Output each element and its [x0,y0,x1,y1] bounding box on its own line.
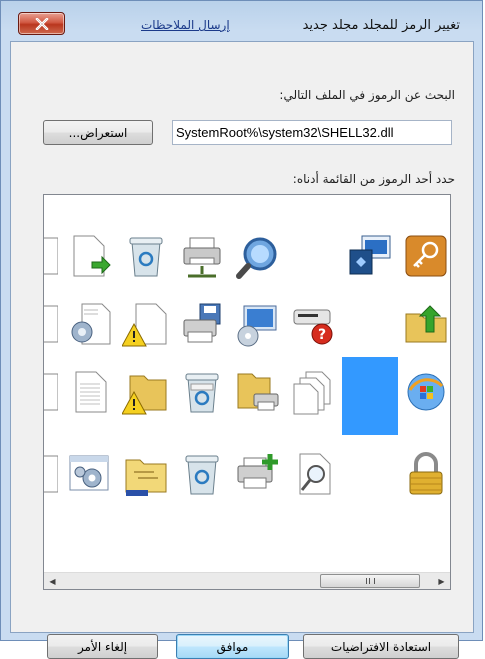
help-device-icon: ? [293,309,333,345]
browse-button[interactable]: استعراض... [43,120,153,145]
settings-document-icon [71,303,111,345]
horizontal-scrollbar[interactable]: ◀ ▶ [44,572,450,589]
icon-cell[interactable] [44,361,62,423]
icon-file-path-input[interactable]: SystemRoot%\system32\SHELL32.dll [172,120,452,145]
cancel-button[interactable]: إلغاء الأمر [47,634,158,659]
icon-cell[interactable] [230,443,286,505]
icon-cell[interactable] [174,361,230,423]
icon-cell[interactable] [286,443,342,505]
document-arrow-icon [73,235,111,277]
scroll-thumb[interactable] [320,574,420,588]
icon-cell[interactable] [118,443,174,505]
dialog-title: تغيير الرمز للمجلد مجلد جديد [302,18,460,33]
close-button[interactable] [18,12,65,35]
icon-cell[interactable] [230,361,286,423]
recycle-bin-icon [185,455,219,495]
icon-cell[interactable] [62,293,118,355]
magnifier-icon [236,237,277,279]
icon-cell[interactable] [44,443,62,505]
icon-cell[interactable] [286,225,342,287]
padlock-icon [409,452,443,495]
windows-globe-icon [407,373,445,411]
partial-document-icon [44,455,58,493]
printer-network-icon [183,237,221,278]
warning-document-icon [122,303,167,347]
change-icon-dialog: تغيير الرمز للمجلد مجلد جديد إرسال الملا… [0,0,483,659]
icon-cell[interactable] [44,293,62,355]
icon-cell[interactable] [398,361,450,423]
selected-icon-cell[interactable] [342,357,398,435]
partial-document-icon [44,305,58,343]
icon-cell[interactable] [230,225,286,287]
grip-icon [365,578,375,584]
icon-cell[interactable] [62,443,118,505]
send-feedback-link[interactable]: إرسال الملاحظات [141,18,230,32]
icon-cell[interactable] [342,293,398,355]
icon-cell[interactable] [286,361,342,423]
ok-button[interactable]: موافق [176,634,289,659]
icon-cell[interactable] [44,225,62,287]
icon-cell[interactable] [62,361,118,423]
icon-cell[interactable] [174,293,230,355]
partial-document-icon [44,373,58,411]
folder-tree-icon [125,459,167,496]
icon-cell[interactable] [398,443,450,505]
select-icon-label: حدد أحد الرموز من القائمة أدناه: [292,172,455,186]
dialog-body: البحث عن الرموز في الملف التالي: SystemR… [10,41,474,659]
recycle-bin-icon [129,237,163,277]
restore-defaults-button[interactable]: استعادة الافتراضيات [303,634,459,659]
icon-cell[interactable] [118,361,174,423]
icon-cell[interactable] [342,225,398,287]
scroll-right-arrow-icon[interactable]: ▶ [433,573,450,589]
monitor-disk-icon [237,305,277,347]
icon-cell[interactable] [398,225,450,287]
svg-text:?: ? [318,327,326,343]
icon-cell[interactable]: ? [286,293,342,355]
folder-printer-icon [237,373,279,411]
icon-cell[interactable] [230,293,286,355]
add-printer-icon [237,454,278,489]
icon-cell[interactable] [62,225,118,287]
settings-window-icon [69,455,109,491]
scroll-left-arrow-icon[interactable]: ◀ [44,573,61,589]
display-settings-icon [349,235,391,275]
copy-documents-icon [293,371,331,415]
key-icon [405,235,447,277]
warning-folder-icon [122,375,167,415]
search-file-label: البحث عن الرموز في الملف التالي: [279,88,455,102]
text-document-icon [75,371,107,413]
icon-cell[interactable] [118,225,174,287]
icon-cell[interactable] [342,443,398,505]
printer-save-icon [183,303,221,343]
icon-cell[interactable] [174,225,230,287]
partial-document-icon [44,237,58,275]
icon-list[interactable]: ? ◀ ▶ [43,194,451,590]
folder-up-arrow-icon [405,305,447,343]
icon-cell[interactable] [118,293,174,355]
icon-cell[interactable] [174,443,230,505]
title-bar: تغيير الرمز للمجلد مجلد جديد إرسال الملا… [1,1,482,41]
close-x-icon [35,17,48,30]
icon-cell[interactable] [398,293,450,355]
search-document-icon [299,453,331,495]
recycle-bin-full-icon [185,373,219,413]
